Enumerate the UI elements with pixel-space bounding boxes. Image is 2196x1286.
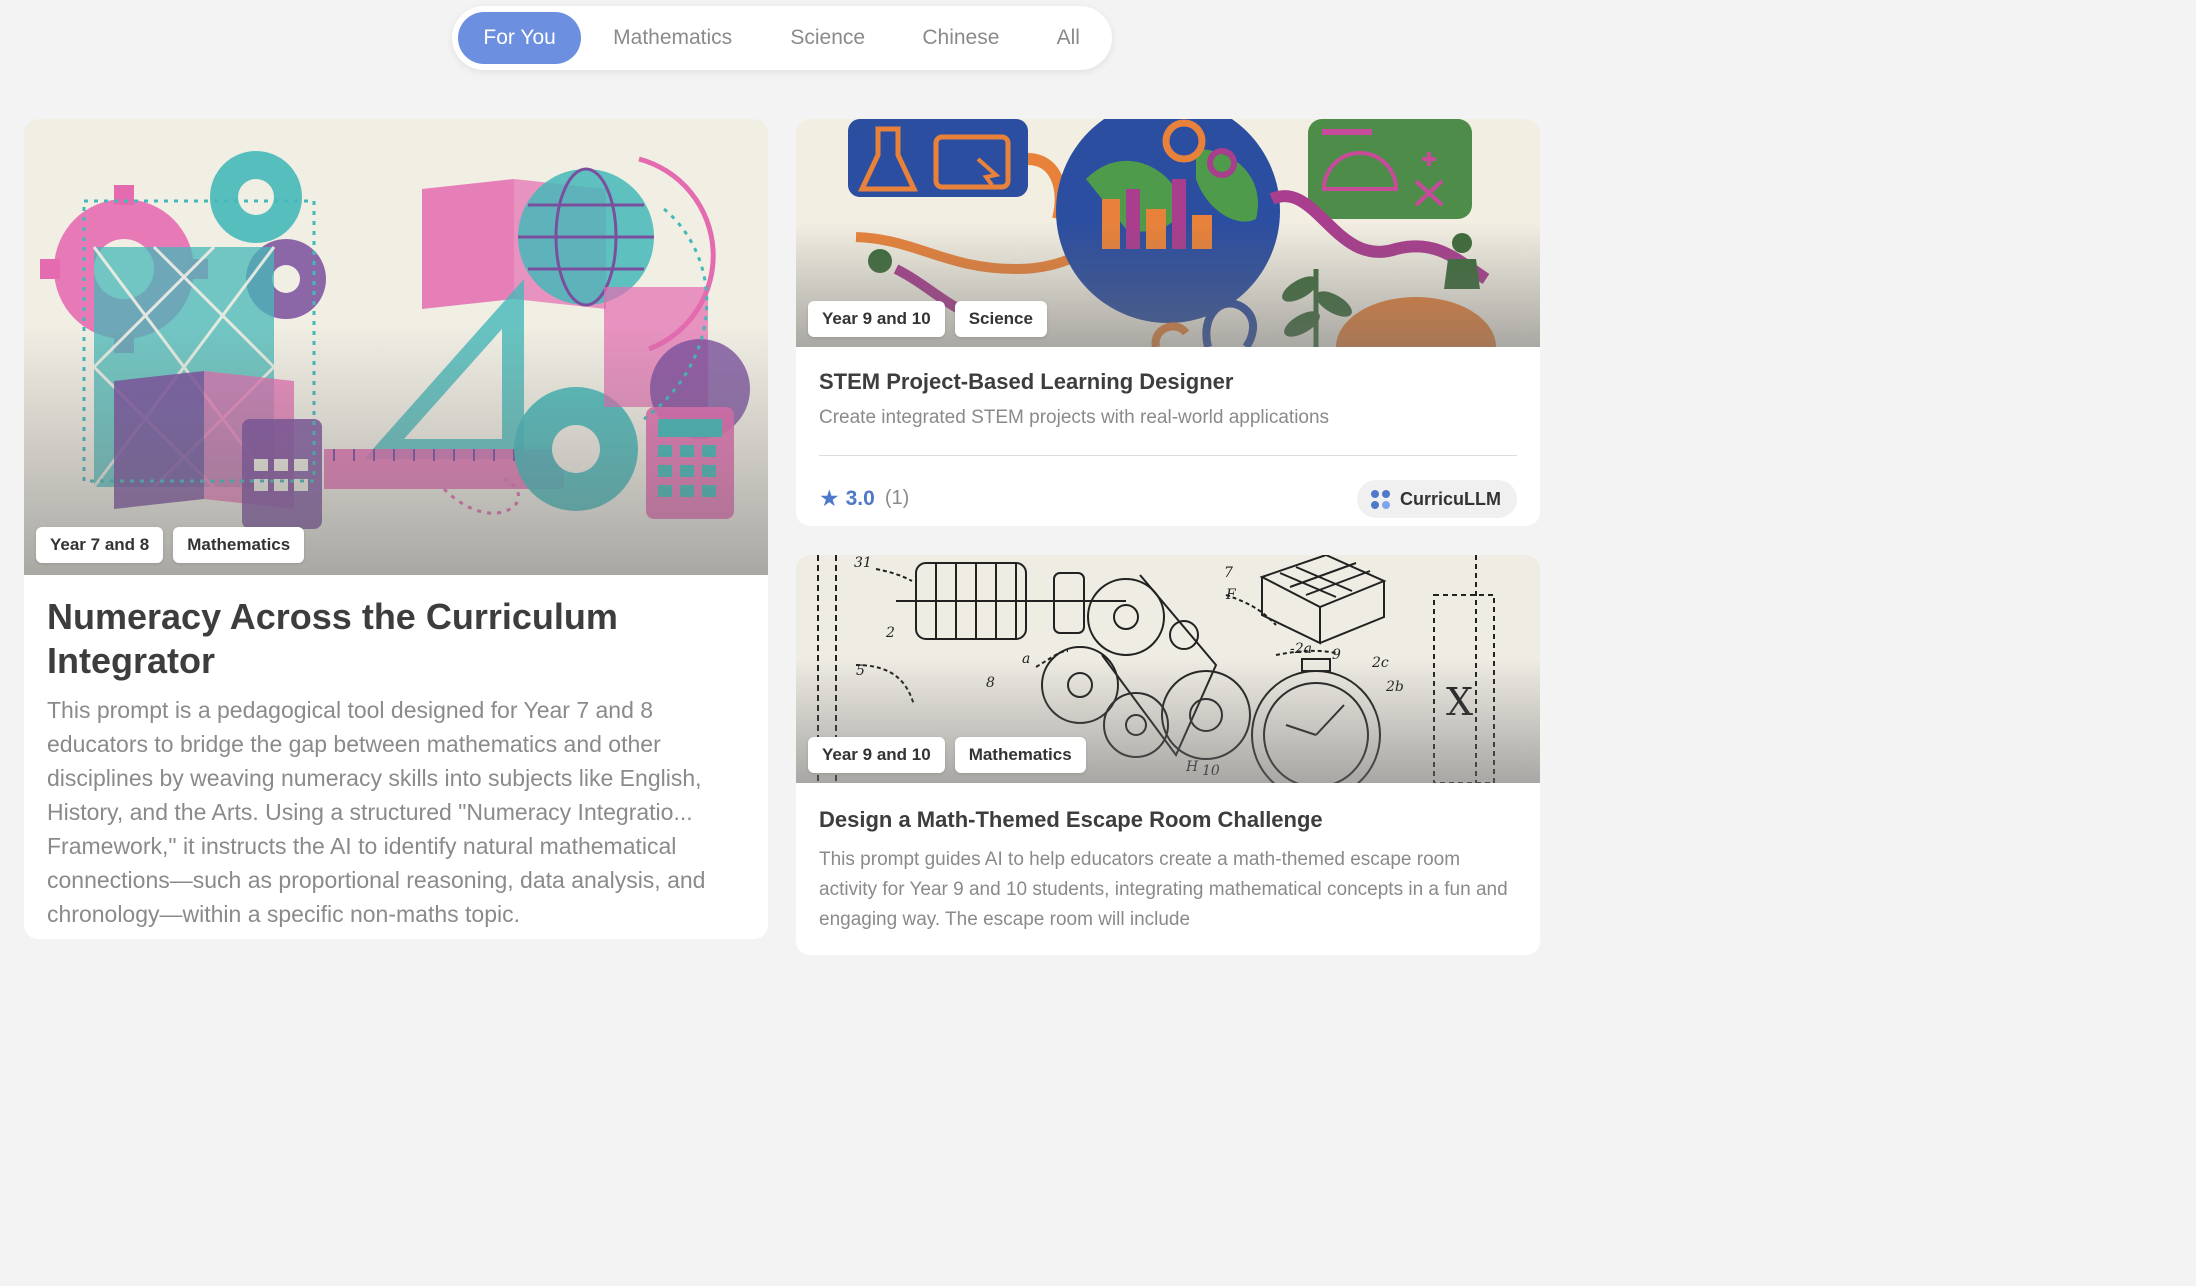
tab-chinese[interactable]: Chinese xyxy=(891,12,1030,64)
tag-subject[interactable]: Mathematics xyxy=(954,737,1086,773)
card-tags: Year 9 and 10 Mathematics xyxy=(808,737,1086,773)
card-title[interactable]: Numeracy Across the Curriculum Integrato… xyxy=(47,595,727,683)
illustration-label: 8 xyxy=(986,675,995,691)
illustration-label: 2b xyxy=(1385,679,1404,695)
tag-year-level[interactable]: Year 9 and 10 xyxy=(808,301,945,337)
card-title[interactable]: STEM Project-Based Learning Designer xyxy=(819,369,1233,395)
card-tags: Year 9 and 10 Science xyxy=(808,301,1047,337)
rating-count: (1) xyxy=(884,487,910,509)
tab-science[interactable]: Science xyxy=(764,12,891,64)
author-chip[interactable]: CurricuLLM xyxy=(1357,480,1517,518)
card-thumbnail: 31 2 5 8 a 7 F 9 -2a 2c 2b H 10 X Year 9… xyxy=(796,555,1540,783)
rating: ★ 3.0 (1) xyxy=(819,485,909,512)
illustration-label: 2 xyxy=(885,625,895,641)
rating-score: 3.0 xyxy=(845,486,875,510)
illustration-label: H xyxy=(1185,759,1199,775)
tag-year-level[interactable]: Year 9 and 10 xyxy=(808,737,945,773)
illustration-label: F xyxy=(1225,587,1237,603)
card-tags: Year 7 and 8 Mathematics xyxy=(36,527,305,563)
illustration-label: 9 xyxy=(1332,647,1341,663)
tag-subject[interactable]: Science xyxy=(954,301,1047,337)
prompt-card-escape-room[interactable]: 31 2 5 8 a 7 F 9 -2a 2c 2b H 10 X Year 9… xyxy=(796,555,1540,955)
illustration-label: 5 xyxy=(856,663,865,679)
illustration-label: a xyxy=(1022,651,1030,667)
category-tabs: For You Mathematics Science Chinese All xyxy=(452,6,1112,70)
illustration-label: 31 xyxy=(854,555,872,571)
prompt-card-stem[interactable]: Year 9 and 10 Science STEM Project-Based… xyxy=(796,119,1540,526)
illustration-label: 10 xyxy=(1202,763,1220,779)
card-thumbnail: Year 9 and 10 Science xyxy=(796,119,1540,347)
tag-subject[interactable]: Mathematics xyxy=(173,527,305,563)
numeracy-illustration xyxy=(24,119,768,575)
tab-all[interactable]: All xyxy=(1030,12,1106,64)
tab-mathematics[interactable]: Mathematics xyxy=(581,12,764,64)
card-description: This prompt is a pedagogical tool design… xyxy=(47,697,706,927)
card-title[interactable]: Design a Math-Themed Escape Room Challen… xyxy=(819,807,1323,833)
tab-for-you[interactable]: For You xyxy=(458,12,582,64)
author-name: CurricuLLM xyxy=(1400,488,1501,509)
illustration-label: 2c xyxy=(1371,655,1389,671)
illustration-label: X xyxy=(1446,680,1473,724)
card-thumbnail: Year 7 and 8 Mathematics xyxy=(24,119,768,575)
card-divider xyxy=(819,455,1517,456)
prompt-card-numeracy[interactable]: Year 7 and 8 Mathematics Numeracy Across… xyxy=(24,119,768,939)
star-icon: ★ xyxy=(819,485,840,511)
curricullm-logo-icon xyxy=(1371,489,1390,509)
card-description: This prompt guides AI to help educators … xyxy=(819,849,1508,930)
illustration-label: 7 xyxy=(1224,565,1233,581)
illustration-label: -2a xyxy=(1290,641,1312,657)
card-description: Create integrated STEM projects with rea… xyxy=(819,407,1330,428)
tag-year-level[interactable]: Year 7 and 8 xyxy=(36,527,164,563)
